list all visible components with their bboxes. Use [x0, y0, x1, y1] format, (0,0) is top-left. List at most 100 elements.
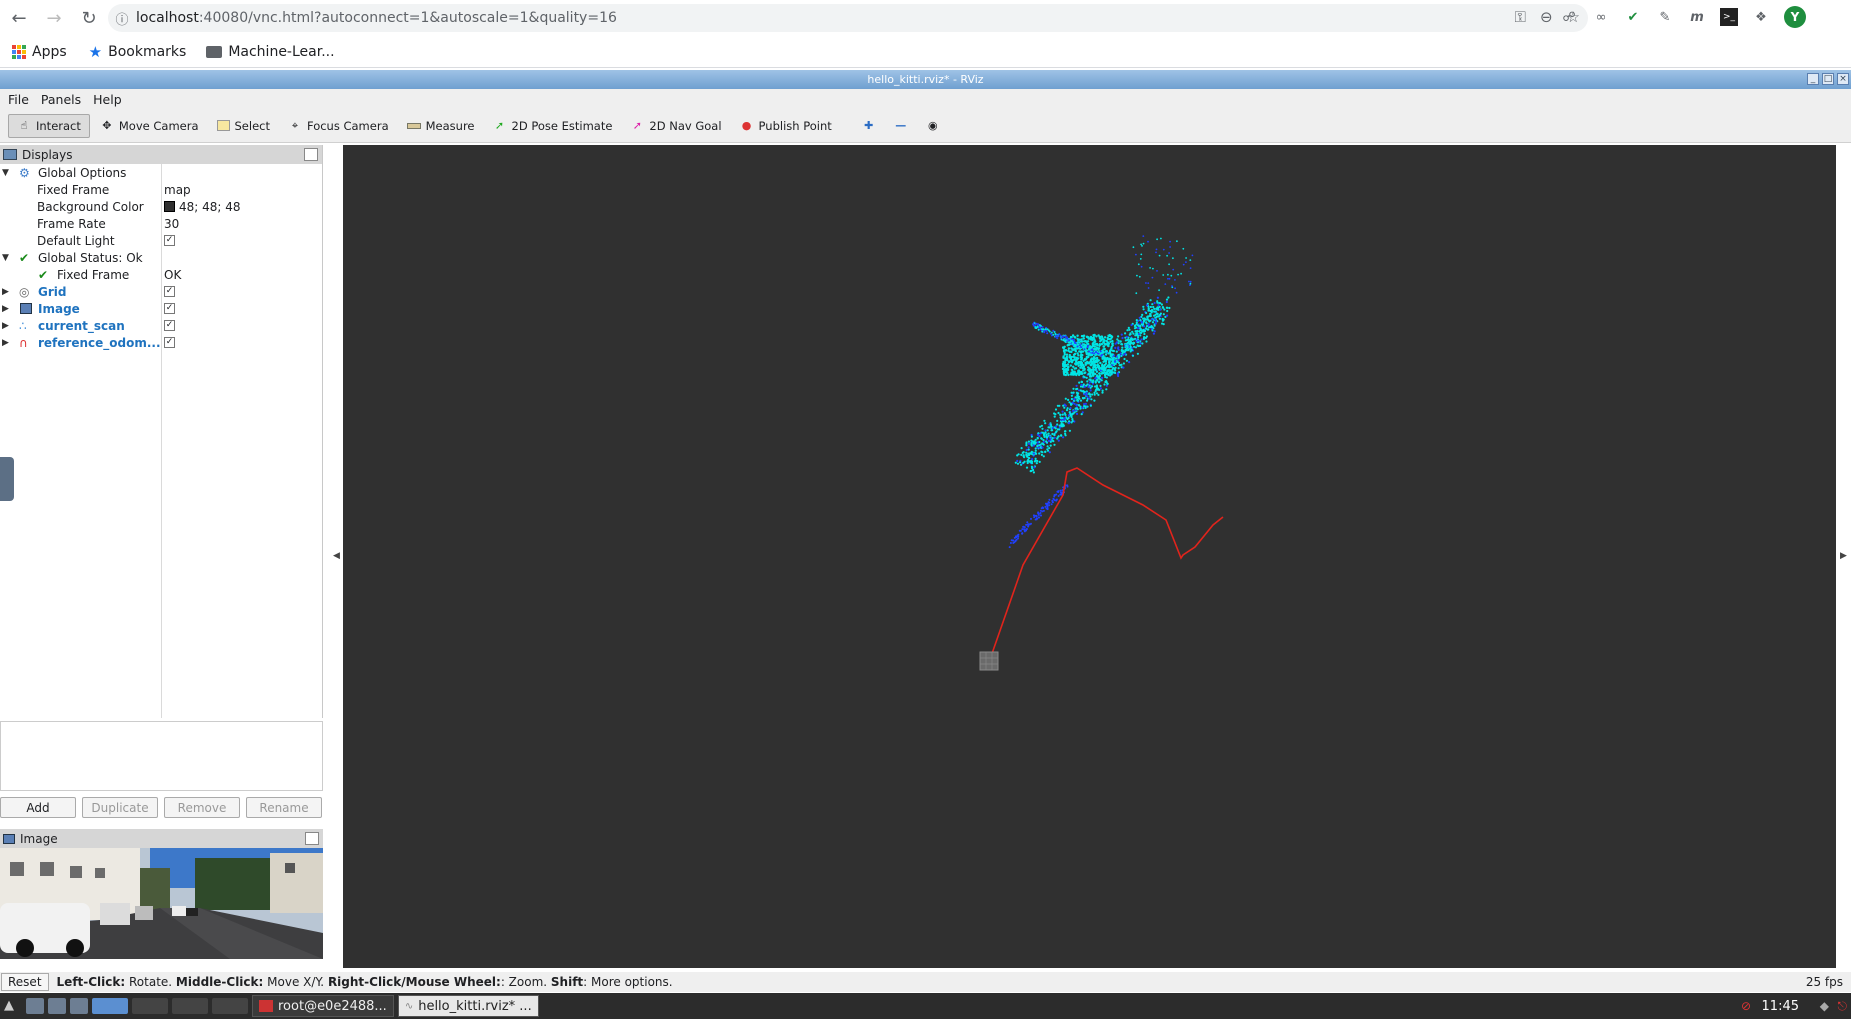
- tool-move-camera[interactable]: ✥ Move Camera: [92, 115, 207, 137]
- expanded-arrow-icon[interactable]: ▼: [2, 253, 12, 263]
- extension-eyedropper-icon[interactable]: ✎: [1656, 8, 1674, 26]
- background-color-value[interactable]: 48; 48; 48: [164, 200, 241, 214]
- extension-terminal-icon[interactable]: >_: [1720, 8, 1738, 26]
- bookmark-label: Apps: [32, 43, 67, 60]
- file-manager-icon[interactable]: [26, 998, 44, 1014]
- tree-row-reference-odom[interactable]: ▶ ∩ reference_odom... ✓: [0, 334, 322, 351]
- scan-point: [1191, 254, 1194, 257]
- network-icon[interactable]: ⊘: [1741, 999, 1751, 1013]
- extension-m-icon[interactable]: m: [1688, 8, 1706, 26]
- extensions-puzzle-icon[interactable]: ❖: [1752, 8, 1770, 26]
- reload-icon[interactable]: ↻: [73, 2, 105, 34]
- bookmark-folder[interactable]: Machine-Lear...: [206, 44, 335, 60]
- scan-point: [1079, 389, 1082, 392]
- scan-point: [1120, 343, 1123, 346]
- start-menu-icon[interactable]: ▲: [4, 998, 22, 1014]
- task-terminal[interactable]: root@e0e2488...: [252, 995, 394, 1017]
- zoom-icon[interactable]: ⊖: [1540, 8, 1553, 26]
- undock-button[interactable]: [305, 832, 319, 845]
- extension-shield-icon[interactable]: ☍: [1560, 8, 1578, 26]
- collapsed-arrow-icon[interactable]: ▶: [2, 304, 12, 314]
- tray-icon[interactable]: ◆: [1820, 999, 1829, 1013]
- forward-icon[interactable]: →: [38, 2, 70, 34]
- frame-rate-value[interactable]: 30: [164, 217, 179, 231]
- tool-measure[interactable]: Measure: [399, 115, 483, 137]
- bookmark-bookmarks[interactable]: ★ Bookmarks: [89, 43, 187, 61]
- current-scan-enabled-checkbox[interactable]: ✓: [164, 320, 175, 331]
- close-icon[interactable]: ×: [1837, 73, 1849, 85]
- tool-focus-camera[interactable]: ⌖ Focus Camera: [280, 115, 397, 137]
- left-dock-handle[interactable]: [0, 457, 14, 501]
- minimize-icon[interactable]: _: [1807, 73, 1819, 85]
- scan-point: [1082, 375, 1085, 378]
- back-icon[interactable]: ←: [3, 2, 35, 34]
- rename-button[interactable]: Rename: [246, 797, 322, 818]
- collapsed-arrow-icon[interactable]: ▶: [2, 321, 12, 331]
- collapsed-arrow-icon[interactable]: ▶: [2, 287, 12, 297]
- tree-row-fixed-frame[interactable]: Fixed Frame map: [0, 181, 322, 198]
- render-3d-view[interactable]: [343, 145, 1836, 968]
- tool-2d-nav-goal[interactable]: ➚ 2D Nav Goal: [622, 115, 729, 137]
- tree-row-current-scan[interactable]: ▶ ∴ current_scan ✓: [0, 317, 322, 334]
- fixed-frame-value[interactable]: map: [164, 183, 191, 197]
- collapse-right-arrow-icon[interactable]: ▶: [1840, 551, 1847, 561]
- tool-2d-pose-estimate[interactable]: ➚ 2D Pose Estimate: [485, 115, 621, 137]
- scan-point: [1089, 378, 1092, 381]
- logout-icon[interactable]: ⎋: [1838, 999, 1848, 1014]
- expanded-arrow-icon[interactable]: ▼: [2, 168, 12, 178]
- key-icon[interactable]: ⚿: [1515, 8, 1526, 26]
- extension-check-icon[interactable]: ✔: [1624, 8, 1642, 26]
- menu-panels[interactable]: Panels: [41, 92, 81, 107]
- image-enabled-checkbox[interactable]: ✓: [164, 303, 175, 314]
- remove-tool-button[interactable]: —: [886, 115, 916, 137]
- scan-point: [1045, 440, 1048, 443]
- tree-row-status-fixed-frame[interactable]: ✔ Fixed Frame OK: [0, 266, 322, 283]
- tree-row-global-options[interactable]: ▼ ⚙ Global Options: [0, 164, 322, 181]
- collapsed-arrow-icon[interactable]: ▶: [2, 338, 12, 348]
- task-rviz[interactable]: ∿ hello_kitti.rviz* ...: [397, 995, 539, 1017]
- window-title-bar[interactable]: hello_kitti.rviz* - RViz _ □ ×: [0, 70, 1851, 89]
- workspace-icon[interactable]: [172, 998, 208, 1014]
- scan-point: [1141, 313, 1144, 316]
- scan-points: [1008, 235, 1194, 549]
- scan-point: [1049, 332, 1052, 335]
- grid-enabled-checkbox[interactable]: ✓: [164, 286, 175, 297]
- menu-help[interactable]: Help: [93, 92, 122, 107]
- tool-publish-point[interactable]: ● Publish Point: [732, 115, 840, 137]
- reset-button[interactable]: Reset: [1, 973, 49, 991]
- tree-row-background-color[interactable]: Background Color 48; 48; 48: [0, 198, 322, 215]
- default-light-checkbox[interactable]: ✓: [164, 235, 175, 246]
- tree-row-grid[interactable]: ▶ ◎ Grid ✓: [0, 283, 322, 300]
- profile-avatar[interactable]: Y: [1784, 6, 1806, 28]
- remove-button[interactable]: Remove: [164, 797, 240, 818]
- add-tool-button[interactable]: ✚: [854, 115, 884, 137]
- scan-point: [1072, 373, 1075, 376]
- add-button[interactable]: Add: [0, 797, 76, 818]
- reference-odom-enabled-checkbox[interactable]: ✓: [164, 337, 175, 348]
- desktop-icon[interactable]: [48, 998, 66, 1014]
- workspace-icon[interactable]: [212, 998, 248, 1014]
- scan-point: [1048, 435, 1051, 438]
- tree-row-default-light[interactable]: Default Light ✓: [0, 232, 322, 249]
- rviz-launcher-icon[interactable]: [92, 998, 128, 1014]
- tool-select[interactable]: Select: [209, 115, 278, 137]
- menu-file[interactable]: File: [8, 92, 29, 107]
- tool-interact[interactable]: ☝ Interact: [8, 113, 90, 138]
- scan-point: [1098, 337, 1102, 340]
- maximize-icon[interactable]: □: [1822, 73, 1834, 85]
- workspace-icon[interactable]: [132, 998, 168, 1014]
- tree-row-global-status[interactable]: ▼ ✔ Global Status: Ok: [0, 249, 322, 266]
- site-info-icon[interactable]: ⓘ: [108, 9, 136, 28]
- windows-icon[interactable]: [70, 998, 88, 1014]
- scan-point: [1068, 339, 1070, 342]
- tree-row-frame-rate[interactable]: Frame Rate 30: [0, 215, 322, 232]
- view-options-button[interactable]: ◉: [918, 115, 948, 137]
- extension-mask-icon[interactable]: ∞: [1592, 8, 1610, 26]
- duplicate-button[interactable]: Duplicate: [82, 797, 158, 818]
- tree-row-image[interactable]: ▶ Image ✓: [0, 300, 322, 317]
- undock-button[interactable]: [304, 148, 318, 161]
- tool-label: Focus Camera: [306, 118, 389, 133]
- collapse-left-arrow-icon[interactable]: ◀: [333, 551, 340, 561]
- address-bar[interactable]: ⓘ localhost :40080/vnc.html?autoconnect=…: [108, 4, 1588, 32]
- bookmark-apps[interactable]: Apps: [12, 44, 67, 60]
